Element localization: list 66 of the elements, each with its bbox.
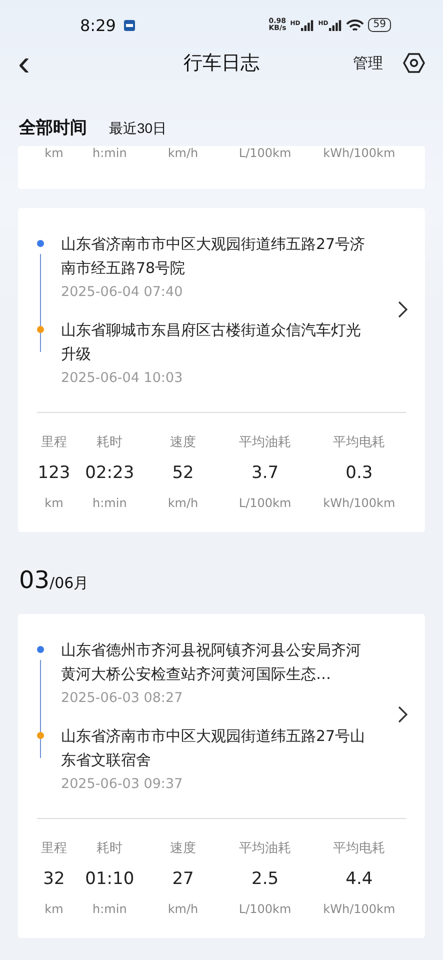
stat-label: 耗时 xyxy=(96,840,124,857)
stat-unit: L/100km xyxy=(238,146,292,160)
date-day: 03 xyxy=(19,566,50,594)
page-title: 行车日志 xyxy=(184,51,260,76)
stat-value: 2.5 xyxy=(250,868,280,891)
settings-icon[interactable] xyxy=(403,52,425,74)
stat-label: 里程 xyxy=(40,840,68,857)
stat-value: 4.4 xyxy=(344,868,374,891)
stat-value: 123 xyxy=(37,462,71,485)
time-filter-tab[interactable]: 全部时间 xyxy=(19,116,87,139)
stat-label: 速度 xyxy=(169,434,198,451)
stat-value: 02:23 xyxy=(84,462,136,485)
stat-unit: h:min xyxy=(92,902,128,916)
stat-value: 0.3 xyxy=(344,462,374,485)
stat-unit: kWh/100km xyxy=(322,496,396,510)
chevron-right-icon[interactable] xyxy=(398,706,408,724)
stat-unit: kWh/100km xyxy=(322,902,396,916)
stat-label: 速度 xyxy=(169,840,198,857)
stat-unit: km xyxy=(44,902,64,916)
stat-unit: km/h xyxy=(166,146,200,160)
stat-unit: L/100km xyxy=(238,496,292,510)
stat-label: 平均电耗 xyxy=(332,840,386,857)
chevron-right-icon[interactable] xyxy=(398,300,408,318)
stat-unit: km/h xyxy=(166,902,200,916)
stat-value: 27 xyxy=(171,868,195,891)
stat-label: 平均油耗 xyxy=(238,840,292,857)
notification-icon xyxy=(124,20,135,30)
trip-time: 2025-06-04 10:03 xyxy=(61,370,184,386)
time-filter-tab[interactable]: 最近30日 xyxy=(109,120,167,138)
signal-icon xyxy=(329,20,342,30)
trip-time: 2025-06-04 07:40 xyxy=(61,284,184,300)
stat-unit: h:min xyxy=(92,146,128,160)
status-time: 8:29 xyxy=(80,16,116,34)
trip-time: 2025-06-03 08:27 xyxy=(61,690,184,706)
signal-icon xyxy=(301,20,314,30)
trip-card[interactable]: 山东省德州市齐河县祝阿镇齐河县公安局齐河黄河大桥公安检查站齐河黄河国际生态… 2025-06-03 08:27 山东省济南市市中区大观园街道纬五路27号山东省文联宿舍 2025-06-03 09:37 里程 耗时 速度 平均油耗 平均电耗 32 01:10 27 2.5 4.4 km h:min km/h L/100km kWh/100km xyxy=(18,614,425,938)
trip-address: 山东省济南市市中区大观园街道纬五路27号山东省文联宿舍 xyxy=(61,726,366,771)
stat-unit: L/100km xyxy=(238,902,292,916)
stat-label: 里程 xyxy=(40,434,68,451)
stat-label: 平均电耗 xyxy=(332,434,386,451)
trip-address: 山东省德州市齐河县祝阿镇齐河县公安局齐河黄河大桥公安检查站齐河黄河国际生态… xyxy=(61,640,362,685)
trip-address: 山东省聊城市东昌府区古楼街道众信汽车灯光升级 xyxy=(61,320,362,365)
stat-unit: km xyxy=(44,496,64,510)
wifi-icon xyxy=(346,18,364,32)
stat-value: 3.7 xyxy=(250,462,280,485)
stat-label: 平均油耗 xyxy=(238,434,292,451)
stat-label: 耗时 xyxy=(96,434,124,451)
stat-value: 01:10 xyxy=(84,868,136,891)
trip-address: 山东省济南市市中区大观园街道纬五路27号济南市经五路78号院 xyxy=(61,234,366,279)
trip-card[interactable]: km h:min km/h L/100km kWh/100km xyxy=(18,146,425,189)
location-dot xyxy=(37,326,44,333)
stat-unit: h:min xyxy=(92,496,128,510)
date-month: /06月 xyxy=(50,574,89,593)
location-dot xyxy=(37,732,44,739)
trip-time: 2025-06-03 09:37 xyxy=(61,776,184,792)
trip-card[interactable]: 山东省济南市市中区大观园街道纬五路27号济南市经五路78号院 2025-06-04 07:40 山东省聊城市东昌府区古楼街道众信汽车灯光升级 2025-06-04 10:03 里程 耗时 速度 平均油耗 平均电耗 123 02:23 52 3.7 0.3 km h:min km/h L/100km kWh/100km xyxy=(18,208,425,532)
stat-unit: km xyxy=(44,146,64,160)
stat-value: 52 xyxy=(171,462,195,485)
location-dot xyxy=(37,646,44,653)
stat-unit: km/h xyxy=(166,496,200,510)
location-dot xyxy=(37,240,44,247)
stat-unit: kWh/100km xyxy=(322,146,396,160)
back-button[interactable]: ‹ xyxy=(18,50,30,76)
manage-button[interactable]: 管理 xyxy=(353,54,383,72)
battery-icon: 59 xyxy=(368,18,391,32)
stat-value: 32 xyxy=(42,868,66,891)
